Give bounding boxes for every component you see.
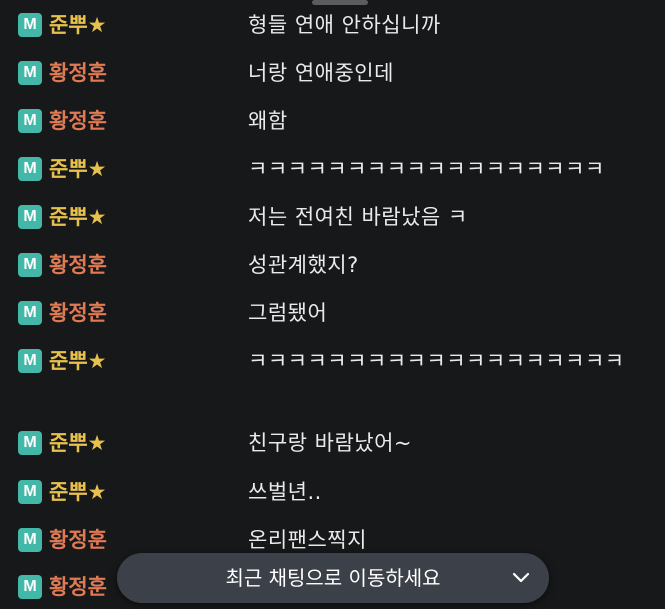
scroll-indicator[interactable] (312, 0, 368, 5)
member-badge-icon: M (18, 575, 42, 599)
chat-nickname[interactable]: 황정훈 (49, 298, 107, 328)
chat-nickname[interactable]: 황정훈 (49, 106, 107, 136)
chat-nickname[interactable]: 황정훈 (49, 250, 107, 280)
jump-to-latest-label: 최근 채팅으로 이동하세요 (225, 566, 441, 590)
chat-text: 저는 전여친 바람났음 ㅋ (248, 205, 468, 229)
member-badge-icon: M (18, 480, 42, 504)
member-badge-icon: M (18, 431, 42, 455)
jump-to-latest-button[interactable]: 최근 채팅으로 이동하세요 (117, 553, 549, 603)
chat-nickname[interactable]: 준뿌★ (49, 154, 106, 184)
chat-text: 그럼됐어 (248, 301, 328, 325)
chat-nickname[interactable]: 준뿌★ (49, 428, 106, 458)
member-badge-icon: M (18, 253, 42, 277)
chat-nickname[interactable]: 준뿌★ (49, 477, 106, 507)
chat-nickname[interactable]: 황정훈 (49, 572, 107, 602)
chat-text: 친구랑 바람났어~ (248, 431, 413, 455)
chat-view[interactable]: M 준뿌★ 형들 연애 안하십니까 M 황정훈 너랑 연애중인데 M 황정훈 왜… (0, 0, 665, 609)
chat-nickname[interactable]: 황정훈 (49, 525, 107, 555)
chat-nickname[interactable]: 준뿌★ (49, 346, 106, 376)
chat-text: 성관계했지? (248, 253, 359, 277)
member-badge-icon: M (18, 109, 42, 133)
chat-text: ㅋㅋㅋㅋㅋㅋㅋㅋㅋㅋㅋㅋㅋㅋㅋㅋㅋㅋㅋ (248, 349, 625, 373)
chat-text: 왜함 (248, 109, 288, 133)
chat-text: 너랑 연애중인데 (248, 61, 394, 85)
chat-text: ㅋㅋㅋㅋㅋㅋㅋㅋㅋㅋㅋㅋㅋㅋㅋㅋㅋㅋ (248, 157, 605, 181)
chat-nickname[interactable]: 준뿌★ (49, 202, 106, 232)
chat-nickname[interactable]: 준뿌★ (49, 10, 106, 40)
member-badge-icon: M (18, 157, 42, 181)
member-badge-icon: M (18, 349, 42, 373)
chat-nickname[interactable]: 황정훈 (49, 58, 107, 88)
member-badge-icon: M (18, 205, 42, 229)
member-badge-icon: M (18, 61, 42, 85)
member-badge-icon: M (18, 301, 42, 325)
chat-text: 형들 연애 안하십니까 (248, 13, 441, 37)
member-badge-icon: M (18, 13, 42, 37)
chat-text: 쓰벌년.. (248, 480, 322, 504)
member-badge-icon: M (18, 528, 42, 552)
chevron-down-icon (512, 572, 530, 583)
